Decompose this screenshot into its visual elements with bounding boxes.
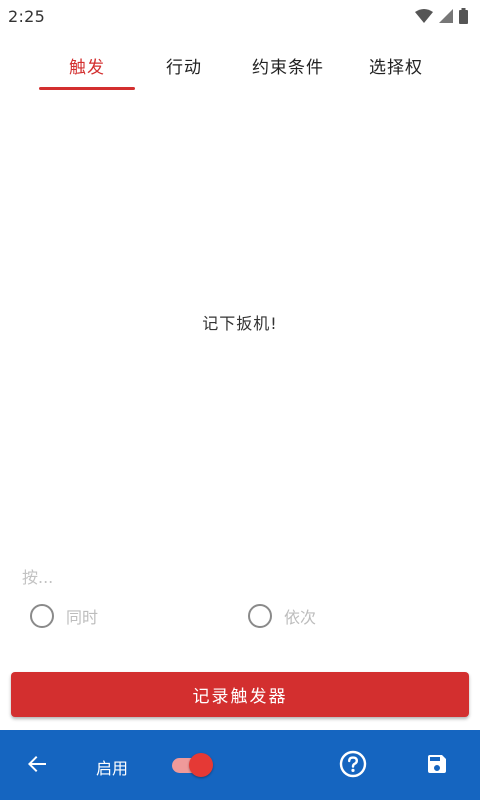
tab-bar: 触发 行动 约束条件 选择权 [0, 40, 480, 92]
status-time: 2:25 [8, 6, 46, 26]
cellular-signal-icon [439, 9, 453, 23]
empty-trigger-message: 记下扳机! [202, 314, 278, 333]
radio-simultaneous-label: 同时 [66, 608, 99, 627]
active-tab-indicator [39, 87, 135, 90]
battery-icon [459, 8, 468, 24]
radio-circle[interactable] [248, 604, 272, 628]
record-trigger-button[interactable]: 记录触发器 [11, 672, 469, 717]
status-bar: 2:25 [0, 0, 480, 32]
tab-constraints[interactable]: 约束条件 [236, 40, 340, 90]
enable-label: 启用 [96, 759, 129, 778]
enable-toggle[interactable] [170, 753, 214, 777]
toggle-thumb [189, 753, 213, 777]
radio-sequential-label: 依次 [284, 608, 317, 627]
save-button[interactable] [422, 751, 452, 781]
help-button[interactable] [338, 750, 368, 782]
bottom-app-bar: 启用 [0, 730, 480, 800]
wifi-icon [415, 9, 433, 23]
trigger-mode-label: 按... [22, 568, 54, 587]
tab-options[interactable]: 选择权 [350, 40, 442, 90]
save-icon [425, 752, 449, 780]
radio-simultaneous[interactable]: 同时 [30, 601, 98, 631]
help-circle-icon [339, 750, 367, 782]
arrow-back-icon [25, 752, 49, 780]
radio-circle[interactable] [30, 604, 54, 628]
back-button[interactable] [22, 751, 52, 781]
status-icons [415, 8, 468, 24]
tab-action[interactable]: 行动 [138, 40, 230, 90]
radio-sequential[interactable]: 依次 [248, 601, 316, 631]
tab-trigger[interactable]: 触发 [39, 40, 135, 90]
